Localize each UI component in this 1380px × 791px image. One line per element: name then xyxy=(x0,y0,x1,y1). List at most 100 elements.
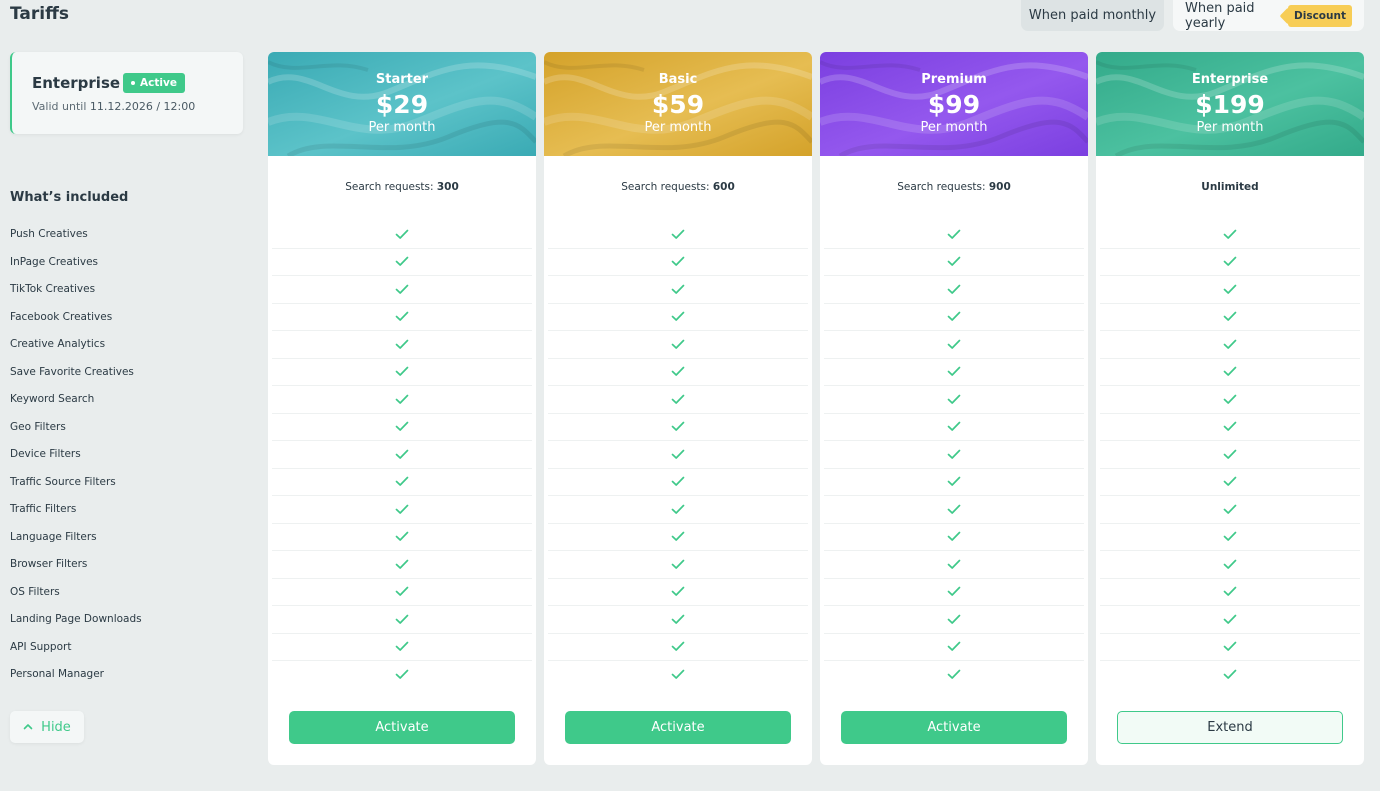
check-icon xyxy=(671,641,685,652)
valid-until-label: Valid until xyxy=(32,100,87,113)
feature-label: InPage Creatives xyxy=(10,255,98,268)
feature-check-row xyxy=(548,304,808,331)
plan-period: Per month xyxy=(644,120,712,135)
check-icon xyxy=(947,504,961,514)
feature-check-row xyxy=(1100,469,1360,496)
plan-card-enterprise: Enterprise $199 Per month Unlimited Extend xyxy=(1096,52,1364,765)
toggle-paid-monthly[interactable]: When paid monthly xyxy=(1021,0,1164,31)
plan-feature-checks xyxy=(268,221,536,689)
feature-label: Device Filters xyxy=(10,448,81,460)
feature-check-row xyxy=(272,276,532,304)
feature-check-row xyxy=(824,414,1084,441)
activate-button-starter[interactable]: Activate xyxy=(289,711,515,744)
feature-check-row xyxy=(1100,524,1360,551)
check-icon xyxy=(395,394,409,404)
check-icon xyxy=(947,284,961,294)
feature-check-row xyxy=(548,551,808,579)
activate-button-basic[interactable]: Activate xyxy=(565,711,791,744)
feature-check-row xyxy=(1100,331,1360,359)
check-icon xyxy=(671,284,685,294)
plan-card-premium: Premium $99 Per month Search requests: 900 A… xyxy=(820,52,1088,765)
check-icon xyxy=(671,669,685,680)
check-icon xyxy=(395,504,409,514)
feature-check-row xyxy=(272,579,532,606)
feature-check-row xyxy=(1100,276,1360,304)
feature-check-row xyxy=(548,414,808,441)
plan-quota-value: 600 xyxy=(712,181,735,193)
feature-check-row xyxy=(824,359,1084,386)
toggle-paid-yearly[interactable]: When paid yearly Discount xyxy=(1173,0,1364,31)
plan-quota-label: Search requests: xyxy=(621,181,713,193)
whats-included-title: What’s included xyxy=(10,190,129,205)
page-title: Tariffs xyxy=(10,4,69,24)
feature-label: TikTok Creatives xyxy=(10,283,96,295)
feature-check-row xyxy=(272,441,532,469)
feature-check-row xyxy=(1100,606,1360,634)
check-icon xyxy=(947,641,961,652)
plan-header: Premium $99 Per month xyxy=(820,52,1088,156)
check-icon xyxy=(947,311,961,322)
plan-name: Enterprise xyxy=(1191,72,1269,87)
feature-label: Geo Filters xyxy=(10,420,66,433)
check-icon xyxy=(1223,229,1237,239)
plan-feature-checks xyxy=(1096,221,1364,689)
check-icon xyxy=(1223,366,1237,377)
feature-check-row xyxy=(1100,249,1360,276)
plan-quota-label: Search requests: xyxy=(897,181,989,193)
check-icon xyxy=(1223,531,1237,542)
feature-check-row xyxy=(548,496,808,524)
current-plan-name: Enterprise xyxy=(32,74,121,92)
check-icon xyxy=(947,476,961,487)
feature-check-row xyxy=(824,551,1084,579)
check-icon xyxy=(1223,256,1237,267)
check-icon xyxy=(1223,311,1237,322)
check-icon xyxy=(671,504,685,514)
valid-until: Valid until 11.12.2026 / 12:00 xyxy=(32,100,195,113)
check-icon xyxy=(1223,284,1237,294)
check-icon xyxy=(1223,614,1237,624)
feature-check-row xyxy=(548,276,808,304)
check-icon xyxy=(947,531,961,542)
check-icon xyxy=(671,311,685,322)
check-icon xyxy=(395,559,409,569)
plan-header: Starter $29 Per month xyxy=(268,52,536,156)
extend-button-enterprise[interactable]: Extend xyxy=(1117,711,1343,744)
plan-quota-value: 900 xyxy=(988,181,1011,193)
toggle-paid-monthly-label: When paid monthly xyxy=(1028,8,1157,23)
check-icon xyxy=(395,284,409,294)
hide-button[interactable]: Hide xyxy=(10,711,84,743)
check-icon xyxy=(395,641,409,652)
feature-check-row xyxy=(824,304,1084,331)
valid-until-value: 11.12.2026 / 12:00 xyxy=(89,100,196,113)
current-plan-card: Enterprise Active Valid until 11.12.2026… xyxy=(10,52,243,134)
check-icon xyxy=(1223,449,1237,459)
check-icon xyxy=(947,366,961,377)
check-icon xyxy=(395,229,409,239)
check-icon xyxy=(671,366,685,377)
feature-label: Landing Page Downloads xyxy=(10,613,142,625)
activate-button-premium[interactable]: Activate xyxy=(841,711,1067,744)
check-icon xyxy=(1223,394,1237,404)
plan-card-basic: Basic $59 Per month Search requests: 600 Act… xyxy=(544,52,812,765)
feature-label: Keyword Search xyxy=(10,393,95,405)
plan-search-quota: Unlimited xyxy=(1096,181,1364,193)
feature-label: OS Filters xyxy=(10,585,60,598)
plan-period: Per month xyxy=(920,120,988,135)
plan-card-starter: Starter $29 Per month Search requests: 300 A… xyxy=(268,52,536,765)
plan-period: Per month xyxy=(368,120,436,135)
feature-label: Personal Manager xyxy=(10,668,104,680)
check-icon xyxy=(395,421,409,432)
check-icon xyxy=(671,476,685,487)
toggle-paid-yearly-label: When paid yearly xyxy=(1185,0,1255,31)
feature-check-row xyxy=(548,661,808,689)
feature-check-row xyxy=(548,524,808,551)
check-icon xyxy=(671,449,685,459)
feature-label: Browser Filters xyxy=(10,558,88,570)
check-icon xyxy=(671,559,685,569)
plan-name: Premium xyxy=(921,72,987,87)
feature-label: Traffic Source Filters xyxy=(10,475,116,488)
plan-price: $99 xyxy=(927,90,981,119)
check-icon xyxy=(947,614,961,624)
feature-list: Push Creatives InPage Creatives TikTok Cre… xyxy=(10,221,260,689)
feature-check-row xyxy=(824,386,1084,414)
